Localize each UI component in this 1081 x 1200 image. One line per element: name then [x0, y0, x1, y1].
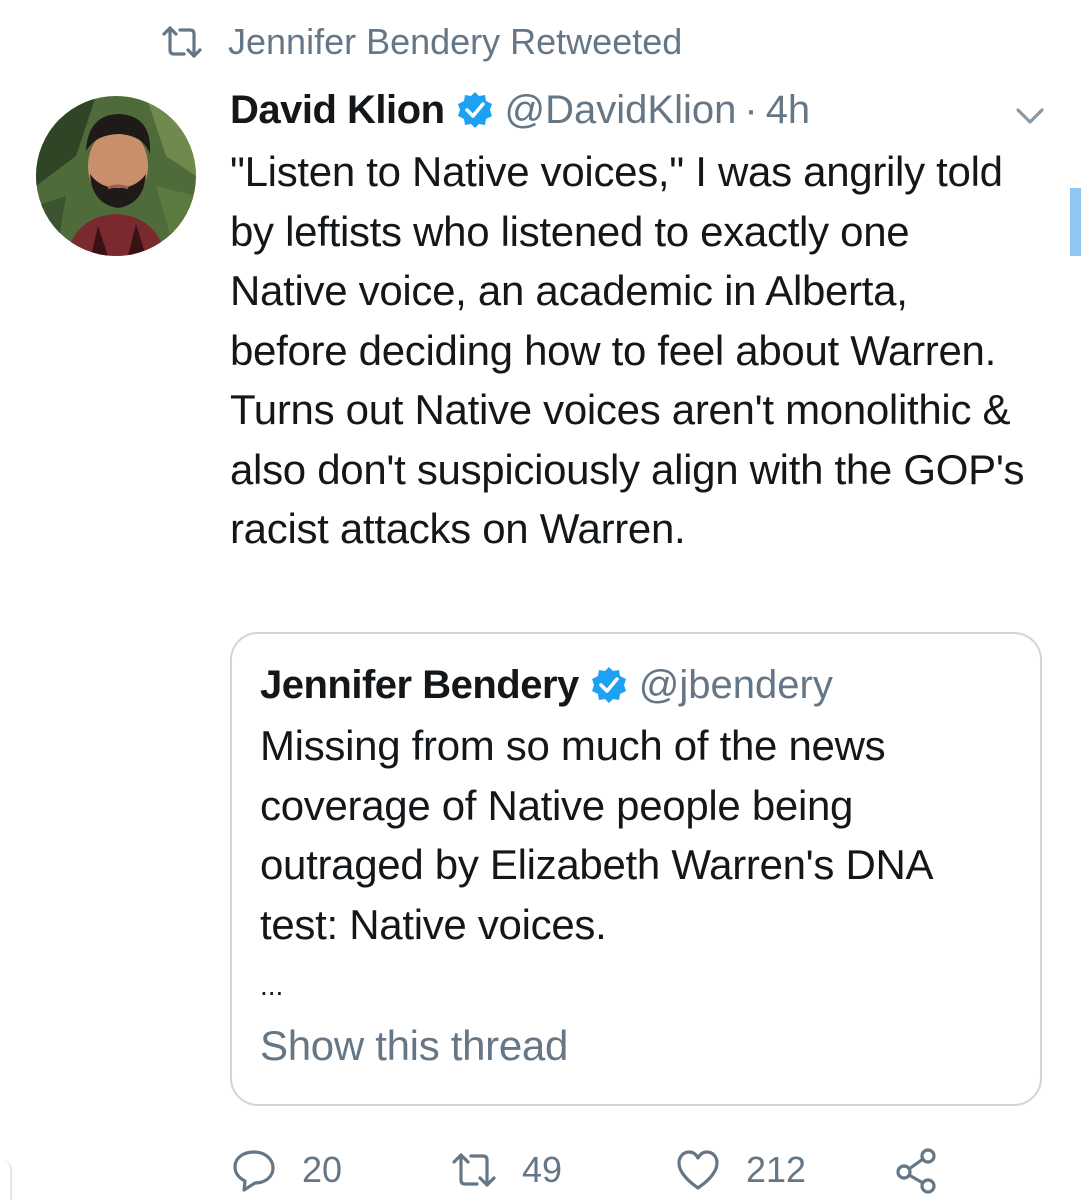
retweet-button[interactable]: 49	[450, 1140, 562, 1200]
heart-icon	[674, 1146, 722, 1194]
reply-button[interactable]: 20	[230, 1140, 342, 1200]
retweet-icon	[160, 24, 204, 60]
reply-count: 20	[302, 1149, 343, 1190]
quoted-author-handle: @jbendery	[638, 662, 833, 707]
retweet-context: Jennifer Bendery Retweeted	[160, 18, 682, 66]
scroll-indicator	[1070, 188, 1081, 256]
like-button[interactable]: 212	[674, 1140, 806, 1200]
tweet-header: David Klion @DavidKlion · 4h	[230, 82, 810, 138]
retweet-context-text[interactable]: Jennifer Bendery Retweeted	[228, 21, 682, 63]
chevron-down-icon[interactable]	[1010, 96, 1050, 136]
separator: ·	[744, 87, 758, 132]
show-thread-link[interactable]: Show this thread	[260, 1022, 568, 1070]
quoted-author-name: Jennifer Bendery	[260, 662, 579, 707]
author-handle[interactable]: @DavidKlion	[505, 88, 737, 133]
reply-icon	[230, 1146, 278, 1194]
share-button[interactable]	[892, 1140, 964, 1200]
retweet-count: 49	[522, 1149, 563, 1190]
timestamp[interactable]: 4h	[766, 88, 811, 133]
avatar[interactable]	[36, 96, 196, 256]
retweet-icon	[450, 1146, 498, 1194]
share-icon	[892, 1146, 940, 1194]
author-name[interactable]: David Klion	[230, 88, 445, 133]
quoted-tweet-card[interactable]: Jennifer Bendery @jbendery Missing from …	[230, 632, 1042, 1106]
tweet-actions: 20 49 212	[230, 1140, 990, 1200]
quoted-tweet-text: Missing from so much of the news coverag…	[260, 722, 931, 948]
verified-badge-icon	[589, 665, 629, 705]
left-edge-fragment	[0, 1160, 12, 1200]
tweet-text: "Listen to Native voices," I was angrily…	[230, 148, 1025, 552]
verified-badge-icon	[455, 90, 495, 130]
quoted-tweet-ellipsis: ...	[260, 970, 284, 1001]
like-count: 212	[746, 1149, 807, 1190]
quoted-tweet-header: Jennifer Bendery @jbendery	[260, 658, 833, 712]
